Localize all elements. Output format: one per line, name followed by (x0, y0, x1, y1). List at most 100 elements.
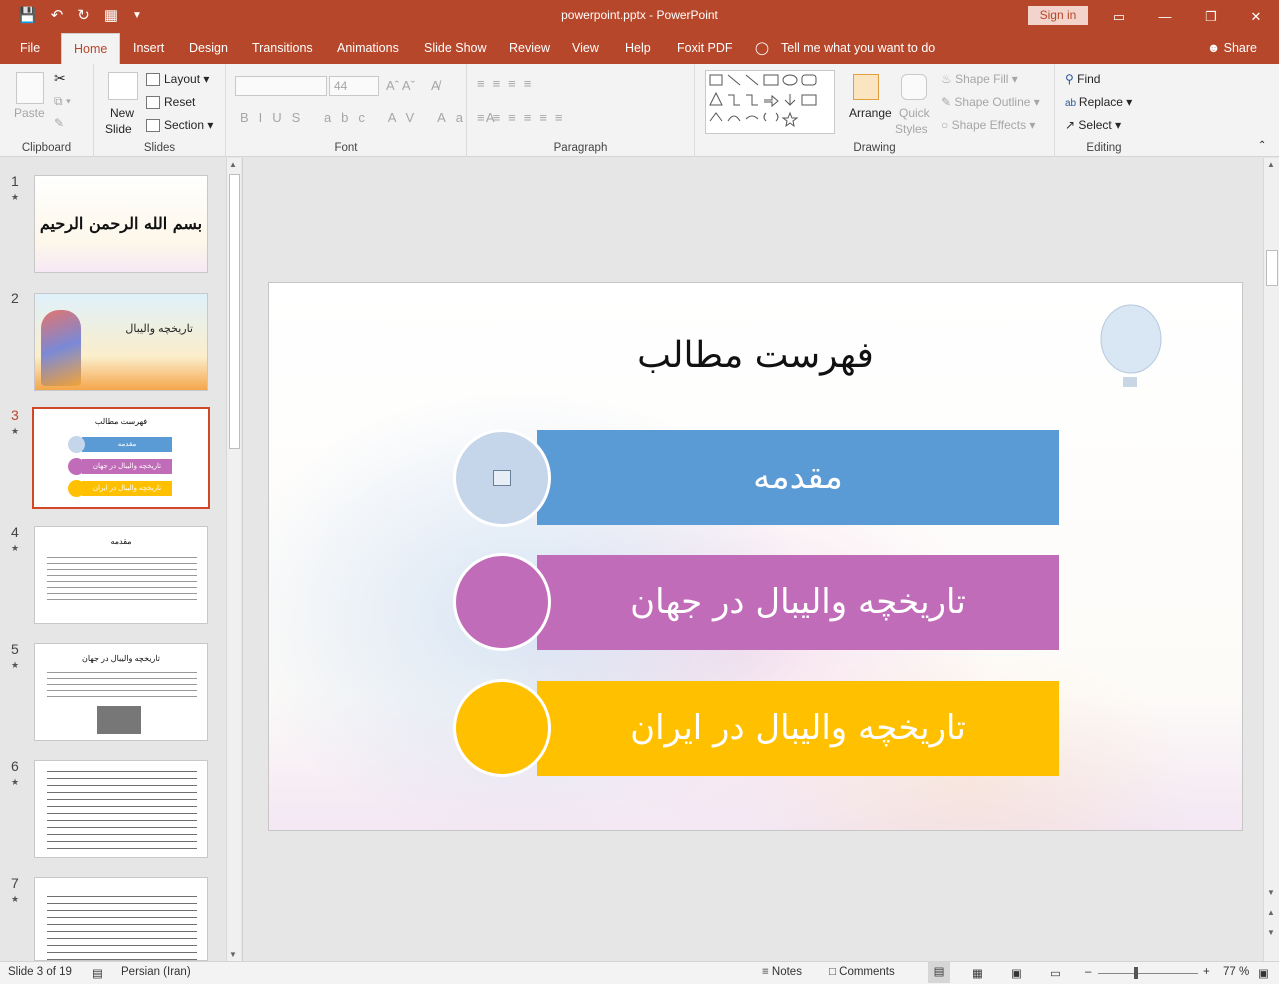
scroll-down-icon[interactable]: ▼ (1267, 888, 1275, 897)
ribbon: Paste ✂ ⧉ ▾ ✎ Clipboard New Slide Layout… (0, 64, 1279, 157)
editing-group: ⚲ Find ab Replace ▾ ↗ Select ▾ Editing (1055, 64, 1153, 157)
close-icon[interactable]: ✕ (1233, 0, 1279, 33)
tab-animations[interactable]: Animations (337, 33, 399, 64)
slide-title[interactable]: فهرست مطالب (269, 335, 1242, 376)
notes-button[interactable]: ≡ Notes (762, 966, 802, 978)
animation-star-icon: ★ (11, 894, 20, 904)
minimize-icon[interactable]: — (1142, 0, 1188, 33)
zoom-level[interactable]: 77 % (1223, 966, 1249, 978)
tab-design[interactable]: Design (189, 33, 228, 64)
normal-view-icon[interactable]: ▤ (928, 962, 950, 983)
tab-foxit-pdf[interactable]: Foxit PDF (677, 33, 733, 64)
language-indicator[interactable]: Persian (Iran) (121, 966, 191, 978)
shape-fill-button[interactable]: ♨ Shape Fill ▾ (941, 72, 1018, 86)
new-slide-icon (108, 72, 138, 100)
quick-styles-button[interactable]: Quick (899, 106, 930, 120)
tab-insert[interactable]: Insert (133, 33, 164, 64)
zoom-slider[interactable] (1098, 973, 1198, 974)
slide-sorter-icon[interactable]: ▦ (972, 966, 983, 980)
slide-number: 5 (11, 641, 19, 657)
scroll-up-icon[interactable]: ▲ (229, 160, 237, 169)
share-button[interactable]: ☻ Share (1207, 33, 1257, 64)
slide-thumbnail-2[interactable]: تاریخچه والیبال (34, 293, 208, 391)
previous-slide-icon[interactable]: ▲ (1267, 908, 1275, 917)
tab-home[interactable]: Home (61, 33, 121, 64)
slide-thumbnail-5[interactable]: تاریخچه والیبال در جهان (34, 643, 208, 741)
toc-item-1[interactable]: مقدمه (537, 430, 1059, 525)
editor-scrollbar[interactable]: ▲ ▼ ▲ ▼ (1263, 158, 1279, 961)
paragraph-label: Paragraph (553, 142, 608, 154)
scroll-thumb[interactable] (229, 174, 240, 449)
find-button[interactable]: ⚲ Find (1065, 72, 1100, 86)
new-slide-button[interactable]: New (110, 106, 134, 120)
alignment-icons[interactable]: ≡≡≡≡≡≡ (477, 110, 571, 125)
font-format-icons[interactable]: BIUS abc AV Aa A (240, 110, 505, 125)
toc-circle-3[interactable] (453, 679, 551, 777)
next-slide-icon[interactable]: ▼ (1267, 928, 1275, 937)
spell-check-icon[interactable]: ▤ (92, 966, 103, 980)
toc-item-3[interactable]: تاریخچه والیبال در ایران (537, 681, 1059, 776)
scroll-down-icon[interactable]: ▼ (229, 950, 237, 959)
tab-view[interactable]: View (572, 33, 599, 64)
maximize-icon[interactable]: ❐ (1188, 0, 1234, 33)
zoom-out-icon[interactable]: – (1085, 966, 1091, 978)
tab-transitions[interactable]: Transitions (252, 33, 313, 64)
slides-group: New Slide Layout ▾ Reset Section ▾ Slide… (94, 64, 226, 157)
shape-outline-button[interactable]: ✎ Shape Outline ▾ (941, 95, 1040, 109)
slide-thumbnail-1[interactable]: بسم الله الرحمن الرحيم (34, 175, 208, 273)
sign-in-button[interactable]: Sign in (1028, 6, 1088, 25)
comments-button[interactable]: □ Comments (829, 966, 895, 978)
scroll-thumb[interactable] (1266, 250, 1278, 286)
reset-button[interactable]: Reset (146, 95, 196, 110)
zoom-in-icon[interactable]: + (1203, 966, 1210, 978)
font-name-select[interactable] (235, 76, 327, 96)
copy-icon[interactable]: ⧉ ▾ (54, 94, 71, 109)
slide-thumbnail-7[interactable] (34, 877, 208, 961)
tab-review[interactable]: Review (509, 33, 550, 64)
grow-shrink-font-icon[interactable]: Aˆ Aˇ (386, 78, 415, 93)
slide-show-icon[interactable]: ▭ (1050, 966, 1061, 980)
tell-me-search[interactable]: Tell me what you want to do (781, 33, 935, 64)
collapse-ribbon-icon[interactable]: ⌃ (1258, 140, 1266, 151)
reset-icon (146, 96, 160, 110)
replace-button[interactable]: ab Replace ▾ (1065, 95, 1132, 109)
drawing-group: Arrange Quick Styles ♨ Shape Fill ▾ ✎ Sh… (695, 64, 1055, 157)
tab-help[interactable]: Help (625, 33, 651, 64)
thumb-item: تاریخچه والیبال در جهان (82, 459, 172, 474)
paragraph-group: ≡≡≡≡ ≡≡≡≡≡≡ Paragraph (467, 64, 695, 157)
toc-item-label: مقدمه (753, 457, 843, 497)
slide-number: 7 (11, 875, 19, 891)
ribbon-display-options-icon[interactable]: ▭ (1096, 0, 1142, 33)
tab-file[interactable]: File (20, 33, 40, 64)
format-painter-icon[interactable]: ✎ (54, 116, 64, 130)
tab-slide-show[interactable]: Slide Show (424, 33, 487, 64)
slide-thumbnail-6[interactable] (34, 760, 208, 858)
zoom-slider-thumb[interactable] (1134, 967, 1138, 979)
thumbnail-scrollbar[interactable]: ▲ ▼ (226, 158, 241, 961)
toc-picture-placeholder[interactable] (453, 429, 551, 527)
font-size-select[interactable]: 44 (329, 76, 379, 96)
shape-effects-button[interactable]: ○ Shape Effects ▾ (941, 118, 1035, 132)
slide-canvas[interactable]: فهرست مطالب مقدمه تاریخچه والیبال در جها… (268, 282, 1243, 831)
shapes-gallery[interactable] (705, 70, 835, 134)
cut-icon[interactable]: ✂ (54, 70, 66, 87)
animation-star-icon: ★ (11, 543, 20, 553)
shape-outline-label: Shape Outline (954, 95, 1031, 109)
clipboard-group: Paste ✂ ⧉ ▾ ✎ Clipboard (0, 64, 94, 157)
toc-item-2[interactable]: تاریخچه والیبال در جهان (537, 555, 1059, 650)
scroll-up-icon[interactable]: ▲ (1267, 160, 1275, 169)
slide-thumbnail-4[interactable]: مقدمه (34, 526, 208, 624)
slide-thumbnail-3[interactable]: فهرست مطالب مقدمه تاریخچه والیبال در جها… (32, 407, 210, 509)
paste-button[interactable]: Paste (14, 106, 45, 120)
slide-number: 4 (11, 524, 19, 540)
reading-view-icon[interactable]: ▣ (1011, 966, 1022, 980)
section-button[interactable]: Section ▾ (146, 118, 213, 133)
select-button[interactable]: ↗ Select ▾ (1065, 118, 1121, 132)
arrange-button[interactable]: Arrange (849, 106, 892, 120)
clear-formatting-icon[interactable]: A̸ (431, 78, 440, 93)
fit-to-window-icon[interactable]: ▣ (1258, 966, 1269, 980)
reset-label: Reset (164, 95, 196, 109)
list-icons[interactable]: ≡≡≡≡ (477, 76, 539, 91)
toc-circle-2[interactable] (453, 553, 551, 651)
layout-button[interactable]: Layout ▾ (146, 72, 209, 87)
